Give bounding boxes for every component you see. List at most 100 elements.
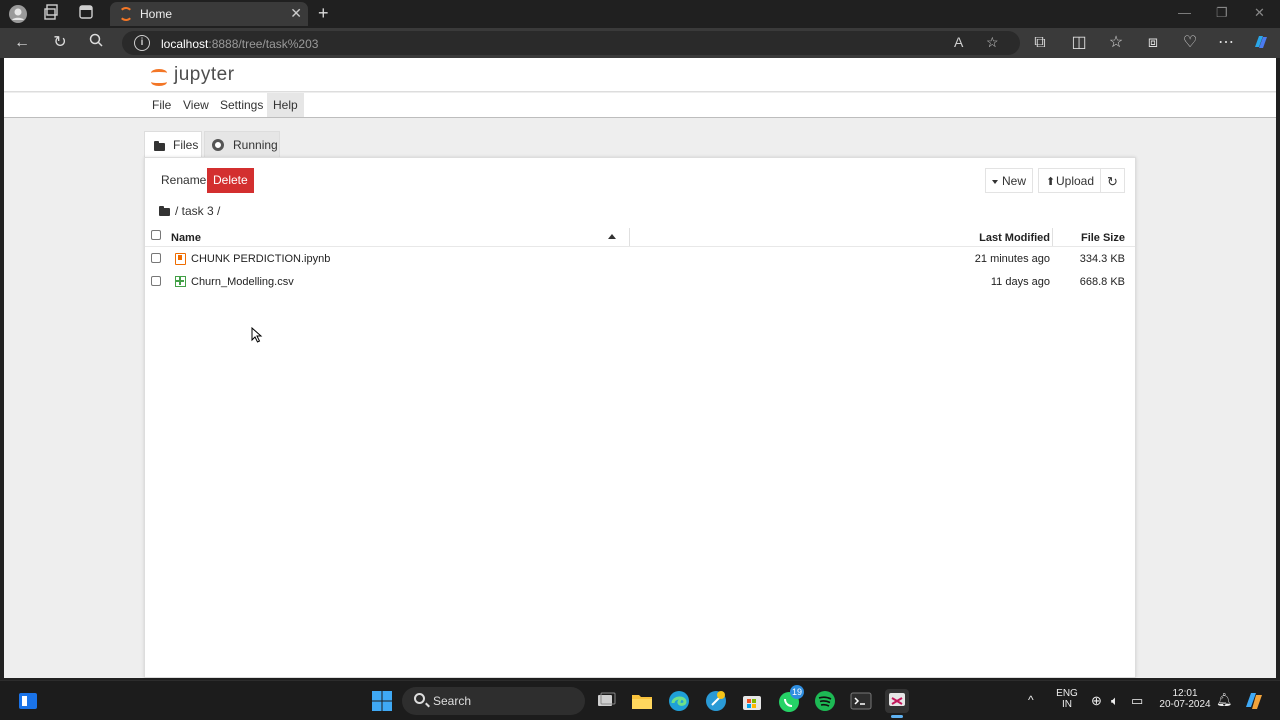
caret-down-icon [992, 180, 998, 184]
jupyter-page: jupyter File View Settings Help Files Ru… [4, 58, 1276, 678]
jupyter-logo-icon [150, 68, 168, 86]
file-name[interactable]: Churn_Modelling.csv [191, 276, 294, 288]
tab-running-label: Running [233, 138, 278, 152]
close-tab-icon[interactable]: ✕ [290, 5, 302, 22]
file-browser-panel: Rename Delete New ⬆ Upload ↻ / task 3 / … [144, 157, 1136, 678]
taskbar-search[interactable]: Search [402, 687, 585, 715]
menu-help[interactable]: Help [267, 93, 304, 117]
close-window-icon[interactable]: ✕ [1254, 5, 1265, 21]
language-line-1: ENG [1056, 688, 1078, 699]
more-options-icon[interactable]: ⋯ [1216, 33, 1236, 53]
favorites-icon[interactable]: ☆ [1106, 33, 1126, 53]
column-divider[interactable] [629, 228, 630, 246]
file-last-modified: 21 minutes ago [974, 253, 1050, 265]
rename-button[interactable]: Rename [155, 168, 212, 193]
show-hidden-icons[interactable]: ^ [1028, 693, 1034, 707]
jupyter-logo[interactable]: jupyter [150, 64, 242, 87]
column-last-modified[interactable]: Last Modified [979, 232, 1050, 244]
snipping-tool-icon[interactable] [885, 689, 909, 718]
tab-files-label: Files [173, 138, 199, 152]
copilot-icon[interactable] [1251, 33, 1271, 53]
new-tab-icon[interactable]: + [318, 3, 329, 24]
column-name[interactable]: Name [171, 232, 201, 244]
refresh-icon: ↻ [1107, 174, 1118, 189]
select-all-checkbox[interactable] [151, 230, 161, 240]
language-indicator[interactable]: ENG IN [1053, 688, 1081, 710]
file-explorer-icon[interactable] [630, 689, 654, 713]
minimize-icon[interactable]: — [1178, 5, 1191, 20]
browser-tab-home[interactable]: Home ✕ [110, 2, 308, 26]
url-path: :8888/tree/task%203 [208, 37, 319, 51]
file-checkbox[interactable] [151, 276, 161, 286]
whatsapp-icon[interactable]: 19 [777, 685, 804, 713]
extensions-icon[interactable]: ⧉ [1030, 33, 1050, 53]
jupyter-logo-text: jupyter [174, 64, 235, 85]
breadcrumb-path[interactable]: / task 3 / [175, 204, 220, 218]
browser-nav-bar: ← ↻ i localhost:8888/tree/task%203 A ☆ ⧉… [0, 28, 1280, 58]
whatsapp-badge: 19 [790, 685, 804, 699]
spreadsheet-icon [175, 276, 186, 287]
python-app-icon[interactable] [704, 689, 728, 713]
sort-ascending-icon[interactable] [608, 234, 616, 239]
file-row[interactable]: Churn_Modelling.csv 11 days ago 668.8 KB [145, 271, 1135, 294]
site-info-icon[interactable]: i [134, 35, 150, 51]
active-app-indicator [891, 715, 903, 718]
refresh-files-button[interactable]: ↻ [1100, 168, 1125, 193]
read-aloud-icon[interactable]: A [954, 34, 963, 50]
spotify-icon[interactable] [813, 689, 837, 713]
clock-date: 20-07-2024 [1159, 699, 1211, 710]
file-name[interactable]: CHUNK PERDICTION.ipynb [191, 253, 330, 265]
notifications-icon[interactable]: 🔔︎ [1216, 692, 1233, 708]
tab-files[interactable]: Files [144, 131, 202, 158]
new-button-label: New [1002, 174, 1027, 188]
copilot-taskbar-icon[interactable] [1242, 689, 1266, 713]
store-icon[interactable] [740, 689, 764, 713]
address-bar[interactable]: i localhost:8888/tree/task%203 A ☆ [122, 31, 1020, 55]
volume-icon[interactable]: 🔈︎ [1111, 693, 1119, 709]
column-file-size[interactable]: File Size [1081, 232, 1125, 244]
browser-tab-bar: Home ✕ + — ❐ ✕ [0, 0, 1280, 28]
menu-file[interactable]: File [146, 93, 177, 117]
jupyter-header: jupyter [4, 58, 1276, 92]
tab-running[interactable]: Running [204, 131, 280, 158]
profile-icon[interactable] [8, 4, 28, 24]
browser-tab-title: Home [140, 7, 173, 21]
language-line-2: IN [1062, 699, 1072, 710]
battery-icon[interactable]: ▭ [1131, 693, 1143, 709]
file-row[interactable]: CHUNK PERDICTION.ipynb 21 minutes ago 33… [145, 248, 1135, 271]
file-size: 334.3 KB [1079, 253, 1125, 265]
edge-icon[interactable] [667, 689, 691, 713]
menu-settings[interactable]: Settings [214, 93, 269, 117]
back-icon[interactable]: ← [12, 33, 32, 53]
running-icon [212, 139, 224, 151]
search-icon [414, 693, 425, 704]
workspaces-icon[interactable] [42, 4, 62, 24]
search-icon[interactable] [86, 33, 106, 53]
home-folder-icon[interactable] [159, 206, 170, 216]
widgets-icon[interactable] [16, 689, 40, 713]
file-checkbox[interactable] [151, 253, 161, 263]
terminal-icon[interactable] [849, 689, 873, 713]
favorite-star-icon[interactable]: ☆ [986, 34, 999, 51]
upload-button-label: Upload [1056, 174, 1095, 188]
split-screen-icon[interactable]: ◫ [1069, 33, 1089, 53]
upload-button[interactable]: ⬆ Upload [1038, 168, 1102, 193]
menu-view[interactable]: View [177, 93, 215, 117]
jupyter-menu-bar: File View Settings Help [4, 93, 1276, 118]
new-button[interactable]: New [985, 168, 1034, 193]
url-host: localhost [161, 37, 209, 51]
column-divider[interactable] [1052, 228, 1053, 246]
start-icon[interactable] [370, 689, 394, 713]
clock-time: 12:01 [1172, 688, 1198, 699]
maximize-icon[interactable]: ❐ [1216, 5, 1228, 21]
refresh-icon[interactable]: ↻ [50, 33, 70, 53]
clock[interactable]: 12:01 20-07-2024 [1155, 688, 1215, 710]
tab-actions-icon[interactable] [76, 4, 96, 24]
browser-essentials-icon[interactable]: ♡ [1180, 33, 1200, 53]
network-icon[interactable]: ⊕ [1091, 693, 1102, 709]
folder-icon [154, 141, 165, 151]
delete-button[interactable]: Delete [207, 168, 254, 193]
collections-icon[interactable]: ⧈ [1143, 33, 1163, 53]
windows-taskbar: Search 19 ^ ENG IN ⊕ 🔈︎ ▭ 12:01 20-07-20… [0, 680, 1280, 720]
task-view-icon[interactable] [594, 689, 618, 713]
